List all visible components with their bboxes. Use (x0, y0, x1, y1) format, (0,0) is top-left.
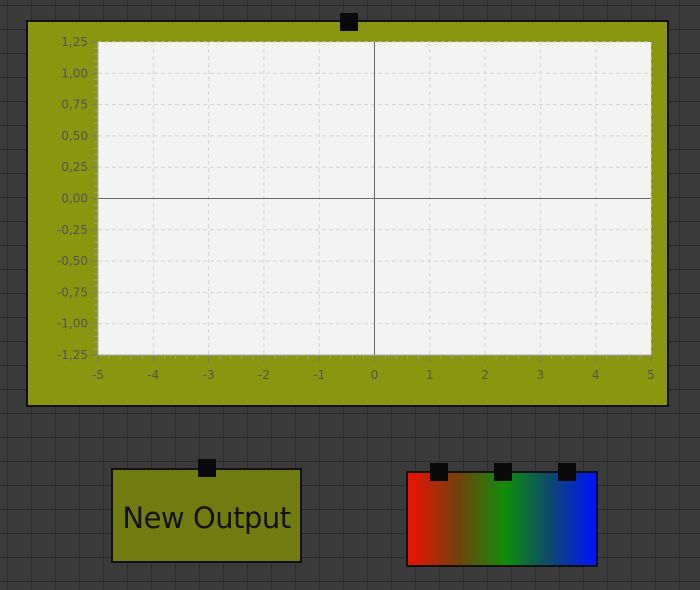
color-gradient-node[interactable] (406, 471, 598, 567)
y-tick-label: 0,00 (61, 192, 88, 206)
gradient-port-blue[interactable] (558, 463, 576, 481)
y-tick-label: -1,25 (57, 348, 88, 362)
y-tick-label: -0,25 (57, 223, 88, 237)
y-tick-label: 0,75 (61, 98, 88, 112)
x-tick-label: -3 (203, 368, 215, 382)
y-tick-label: 0,50 (61, 129, 88, 143)
output-node-label: New Output (122, 500, 291, 535)
output-node[interactable]: New Output (111, 468, 302, 563)
x-tick-label: 3 (537, 368, 545, 382)
x-tick-label: -4 (147, 368, 159, 382)
x-tick-label: 4 (592, 368, 600, 382)
x-tick-label: 1 (426, 368, 434, 382)
y-tick-label: 1,00 (61, 66, 88, 80)
gradient-port-green[interactable] (494, 463, 512, 481)
y-tick-label: 1,25 (61, 35, 88, 49)
x-tick-label: 0 (371, 368, 379, 382)
graph-plot: -5 -4 -3 -2 -1 0 1 2 3 4 5 1,25 1,00 0,75 0,50 0,25 0,00… (57, 35, 655, 382)
x-tick-label: 2 (481, 368, 489, 382)
output-node-input-port[interactable] (198, 459, 216, 477)
graph-node-input-port[interactable] (340, 13, 358, 31)
y-tick-label: 0,25 (61, 160, 88, 174)
x-tick-label: -1 (313, 368, 325, 382)
graph-node[interactable]: -5 -4 -3 -2 -1 0 1 2 3 4 5 1,25 1,00 0,75 0,50 0,25 0,00… (26, 20, 669, 407)
y-tick-label: -1,00 (57, 317, 88, 331)
gradient-port-red[interactable] (430, 463, 448, 481)
y-tick-label: -0,50 (57, 254, 88, 268)
x-tick-label: -2 (258, 368, 270, 382)
y-tick-label: -0,75 (57, 285, 88, 299)
x-tick-label: 5 (647, 368, 655, 382)
x-tick-label: -5 (92, 368, 104, 382)
